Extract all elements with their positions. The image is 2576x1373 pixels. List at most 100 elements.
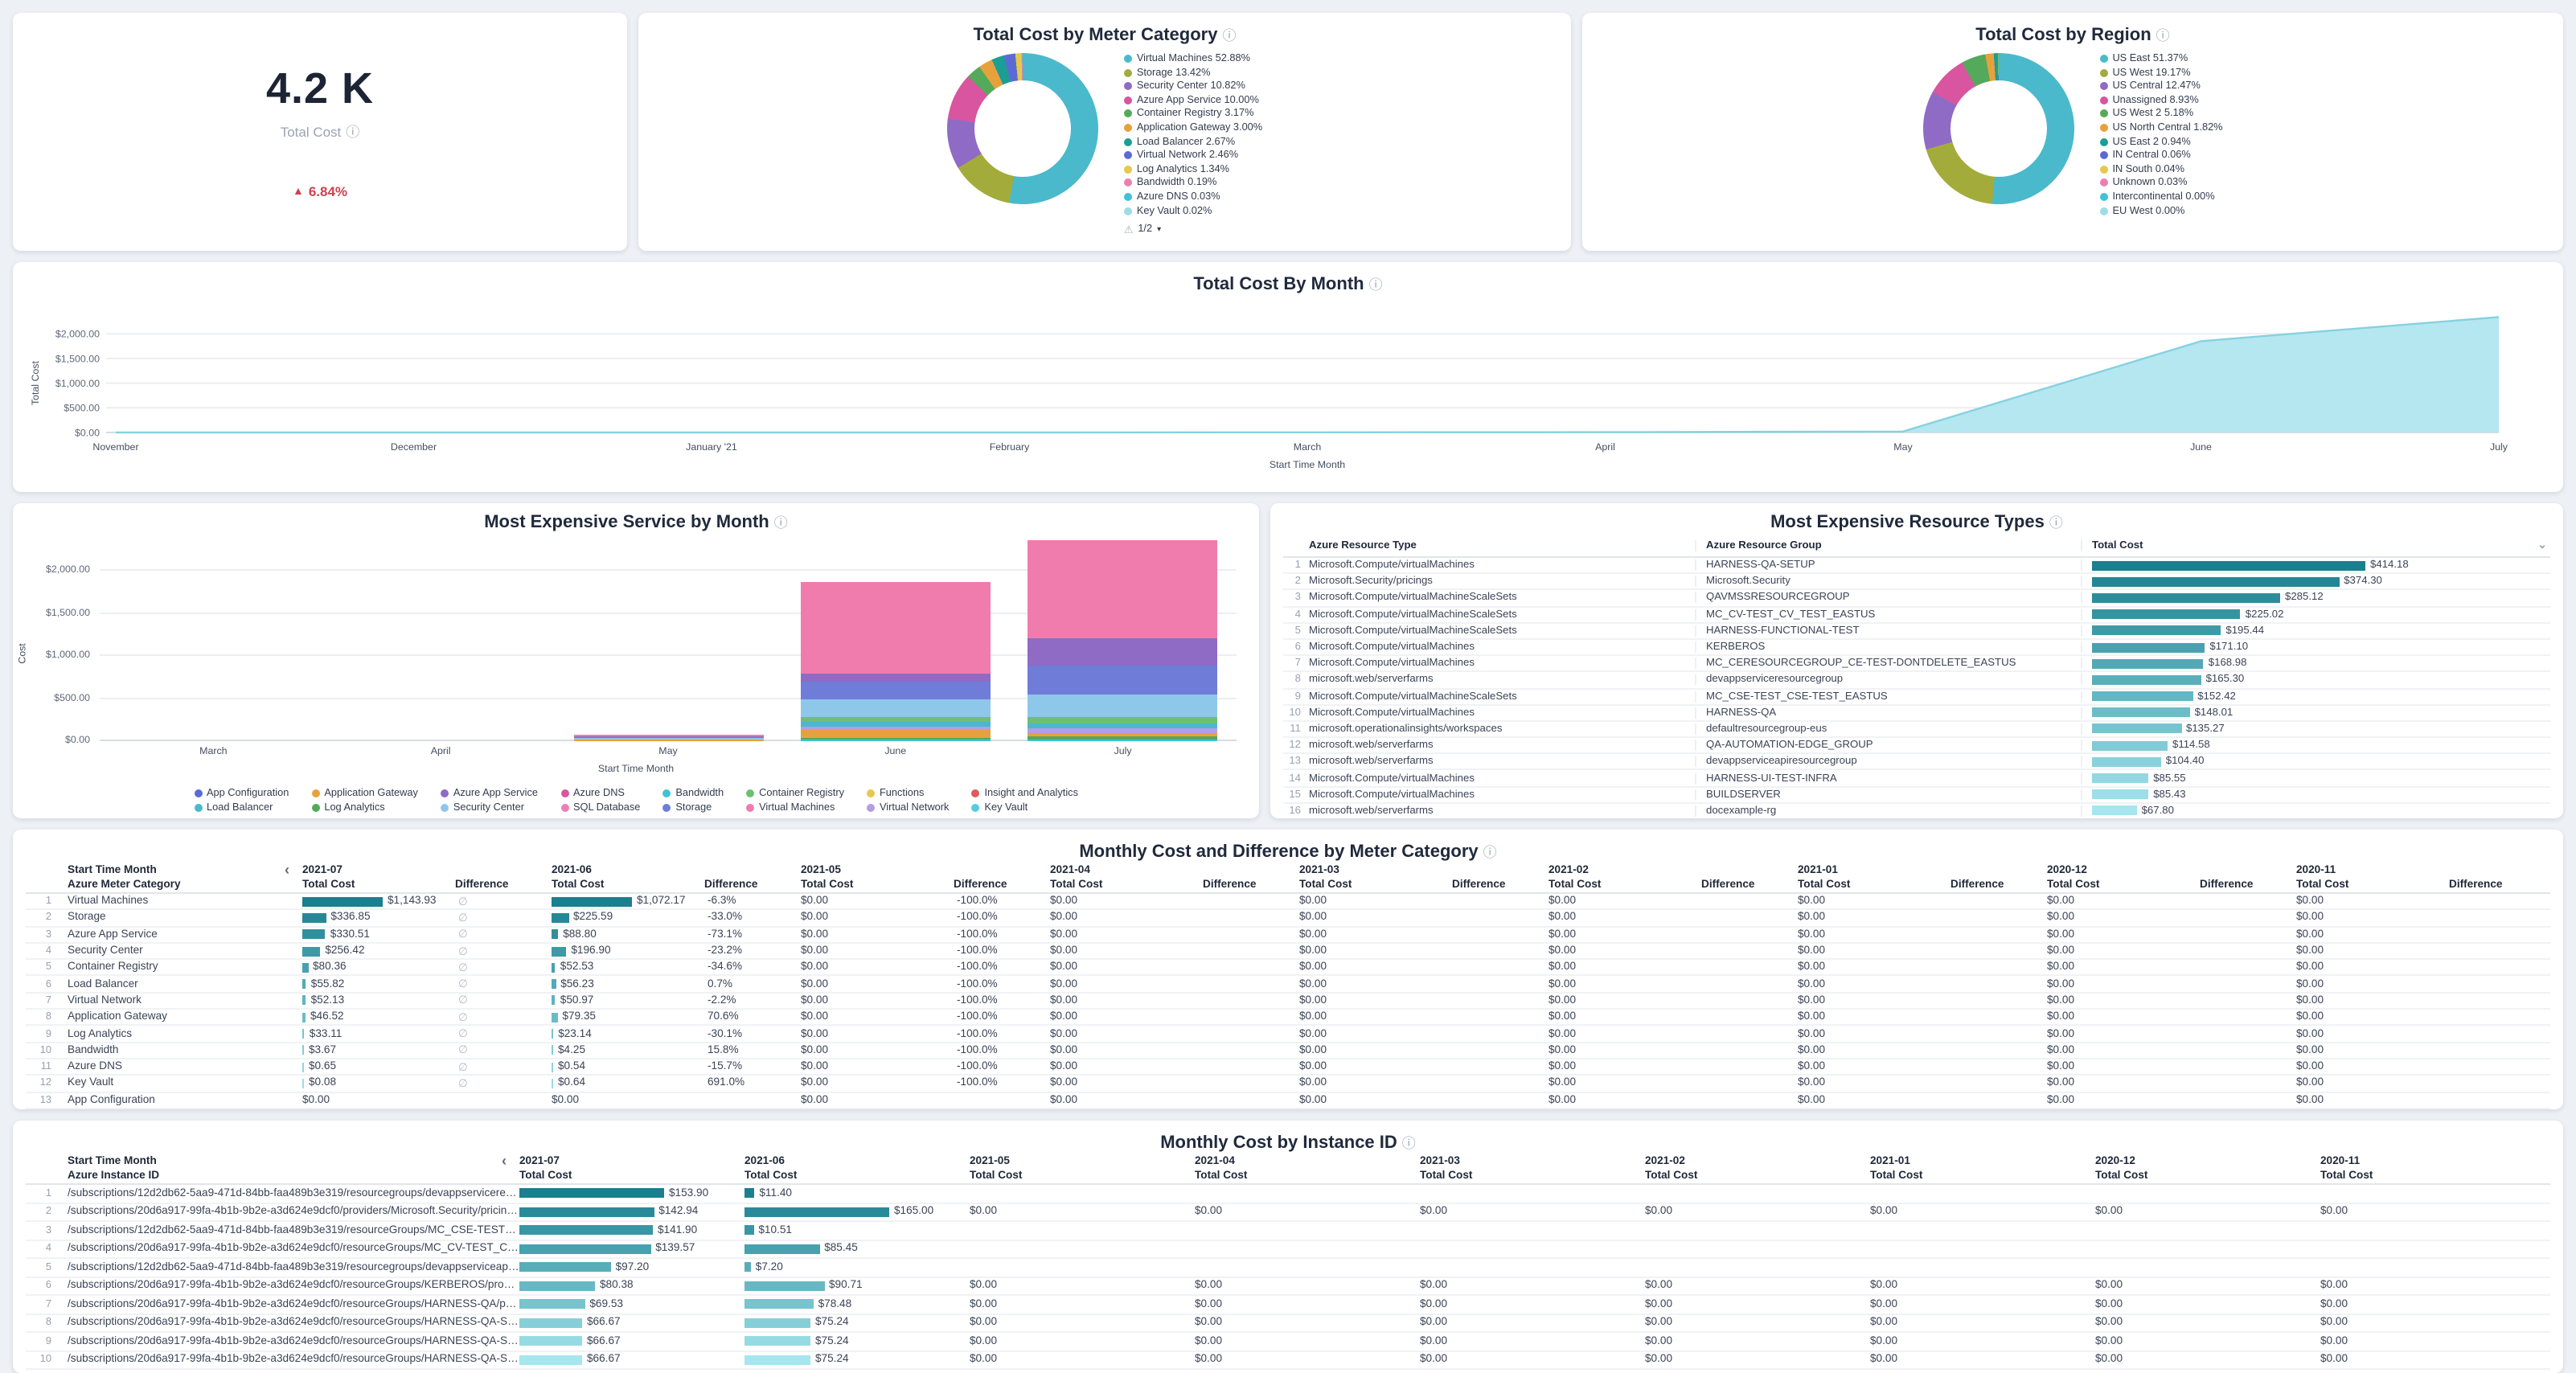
stacked-bar[interactable]	[1028, 540, 1218, 740]
total-cost-cell[interactable]: $0.00	[1299, 1011, 1452, 1023]
month-header[interactable]: 2020-12	[2047, 864, 2296, 875]
legend-item[interactable]: Log Analytics 1.34%	[1124, 164, 1262, 175]
difference-cell[interactable]: ∅	[455, 912, 552, 924]
total-cost-cell[interactable]: $0.00	[1548, 962, 1701, 973]
total-cost-cell[interactable]: $0.00	[2296, 1028, 2449, 1039]
difference-header[interactable]: Difference	[1701, 879, 1798, 891]
table-row[interactable]: 7/subscriptions/20d6a917-99fa-4b1b-9b2e-…	[26, 1296, 2550, 1314]
difference-cell[interactable]: 15.8%	[704, 1045, 801, 1056]
total-cost-cell[interactable]: $0.00	[2296, 928, 2449, 940]
total-cost-cell[interactable]: $0.00	[2047, 995, 2200, 1006]
total-cost-cell[interactable]: $0.00	[2320, 1336, 2545, 1347]
total-cost-cell[interactable]: $0.00	[2095, 1336, 2320, 1347]
total-cost-cell[interactable]: $4.25	[552, 1045, 704, 1056]
legend-item[interactable]: App Configuration	[194, 788, 289, 799]
total-cost-cell[interactable]: $0.00	[302, 1094, 455, 1105]
total-cost-cell[interactable]: $11.40	[744, 1188, 970, 1199]
total-cost-cell[interactable]: $0.00	[2296, 1045, 2449, 1056]
table-row[interactable]: 8/subscriptions/20d6a917-99fa-4b1b-9b2e-…	[26, 1314, 2550, 1333]
total-cost-cell[interactable]: $0.00	[1195, 1207, 1420, 1218]
legend-item[interactable]: Key Vault	[971, 802, 1078, 814]
month-header[interactable]: 2021-07	[302, 864, 552, 875]
total-cost-cell[interactable]: $0.00	[970, 1299, 1195, 1310]
resource-group-cell[interactable]: KERBEROS	[1695, 641, 2081, 653]
sort-caret-icon[interactable]: ⌄	[2537, 539, 2550, 551]
table-row[interactable]: 15Microsoft.Compute/virtualMachinesBUILD…	[1283, 787, 2550, 803]
total-cost-cell[interactable]: $196.90	[552, 945, 704, 957]
info-icon[interactable]: ⓘ	[1402, 1133, 1416, 1152]
total-cost-cell[interactable]: $0.00	[1299, 1028, 1452, 1039]
difference-cell[interactable]: -23.2%	[704, 945, 801, 957]
total-cost-cell[interactable]: $195.44	[2081, 625, 2550, 637]
total-cost-cell[interactable]: $0.00	[1195, 1299, 1420, 1310]
resource-type-cell[interactable]: microsoft.operationalinsights/workspaces	[1309, 723, 1695, 735]
total-cost-cell[interactable]: $66.67	[519, 1336, 744, 1347]
total-cost-cell[interactable]: $0.00	[1420, 1281, 1645, 1292]
total-cost-cell[interactable]: $141.90	[519, 1225, 744, 1236]
legend-item[interactable]: Key Vault 0.02%	[1124, 205, 1262, 216]
table-row[interactable]: 5Microsoft.Compute/virtualMachineScaleSe…	[1283, 624, 2550, 640]
total-cost-cell[interactable]: $374.30	[2081, 576, 2550, 588]
difference-cell[interactable]: -73.1%	[704, 928, 801, 940]
resource-type-cell[interactable]: microsoft.web/serverfarms	[1309, 805, 1695, 817]
bar-segment[interactable]	[1028, 695, 1218, 716]
total-cost-cell[interactable]: $0.00	[1299, 978, 1452, 990]
table-row[interactable]: 11microsoft.operationalinsights/workspac…	[1283, 722, 2550, 738]
total-cost-cell[interactable]: $0.00	[1050, 1078, 1203, 1089]
total-cost-cell[interactable]: $0.00	[1548, 1045, 1701, 1056]
difference-header[interactable]: Difference	[1452, 879, 1548, 891]
caret-down-icon[interactable]: ▾	[1157, 224, 1161, 234]
total-cost-cell[interactable]: $0.00	[2047, 896, 2200, 907]
difference-cell[interactable]: ∅	[455, 977, 552, 990]
total-cost-cell[interactable]: $80.38	[519, 1281, 744, 1292]
total-cost-cell[interactable]: $225.59	[552, 912, 704, 924]
difference-cell[interactable]: -2.2%	[704, 995, 801, 1006]
resource-group-cell[interactable]: MC_CERESOURCEGROUP_CE-TEST-DONTDELETE_EA…	[1695, 658, 2081, 669]
month-header[interactable]: 2021-07	[519, 1155, 744, 1166]
total-cost-cell[interactable]: $1,072.17	[552, 896, 704, 907]
total-cost-cell[interactable]: $0.00	[1798, 1094, 1950, 1105]
difference-cell[interactable]: ∅	[455, 1027, 552, 1040]
total-cost-cell[interactable]: $0.00	[1050, 945, 1203, 957]
difference-cell[interactable]: -100.0%	[954, 1045, 1050, 1056]
total-cost-cell[interactable]: $52.13	[302, 995, 455, 1006]
table-row[interactable]: 5Container Registry$80.36∅$52.53-34.6%$0…	[26, 960, 2550, 977]
resource-type-cell[interactable]: Microsoft.Compute/virtualMachines	[1309, 641, 1695, 653]
legend-item[interactable]: Security Center	[441, 802, 538, 814]
table-row[interactable]: 11Azure DNS$0.65∅$0.54-15.7%$0.00-100.0%…	[26, 1059, 2550, 1076]
total-cost-cell[interactable]: $46.52	[302, 1011, 455, 1023]
month-header[interactable]: 2021-06	[744, 1155, 970, 1166]
total-cost-cell[interactable]: $55.82	[302, 978, 455, 990]
total-cost-header[interactable]: Total Cost	[2095, 1170, 2320, 1182]
total-cost-header[interactable]: Total Cost	[2320, 1170, 2545, 1182]
resource-type-cell[interactable]: microsoft.web/serverfarms	[1309, 756, 1695, 768]
resource-type-cell[interactable]: Microsoft.Compute/virtualMachineScaleSet…	[1309, 691, 1695, 702]
total-cost-cell[interactable]: $0.00	[2047, 1028, 2200, 1039]
info-icon[interactable]: ⓘ	[1222, 25, 1236, 44]
total-cost-cell[interactable]: $67.80	[2081, 805, 2550, 817]
total-cost-cell[interactable]: $0.00	[1798, 928, 1950, 940]
total-cost-cell[interactable]: $0.00	[801, 1045, 954, 1056]
total-cost-cell[interactable]: $0.00	[970, 1207, 1195, 1218]
total-cost-cell[interactable]: $1,143.93	[302, 896, 455, 907]
total-cost-cell[interactable]: $336.85	[302, 912, 455, 924]
month-header[interactable]: 2021-05	[970, 1155, 1195, 1166]
total-cost-cell[interactable]: $0.00	[1798, 945, 1950, 957]
table-row[interactable]: 3/subscriptions/12d2db62-5aa9-471d-84bb-…	[26, 1222, 2550, 1240]
total-cost-cell[interactable]: $0.00	[1420, 1207, 1645, 1218]
total-cost-cell[interactable]: $0.00	[2047, 1045, 2200, 1056]
total-cost-cell[interactable]: $0.00	[1870, 1355, 2095, 1366]
total-cost-cell[interactable]: $0.00	[1195, 1355, 1420, 1366]
total-cost-cell[interactable]: $0.00	[1548, 896, 1701, 907]
chevron-left-icon[interactable]: ‹	[502, 1156, 507, 1166]
total-cost-header[interactable]: Total Cost	[1299, 879, 1452, 891]
total-cost-cell[interactable]: $0.00	[801, 896, 954, 907]
table-row[interactable]: 2/subscriptions/20d6a917-99fa-4b1b-9b2e-…	[26, 1203, 2550, 1222]
total-cost-cell[interactable]: $0.00	[801, 978, 954, 990]
total-cost-cell[interactable]: $80.36	[302, 962, 455, 973]
stacked-bar[interactable]	[573, 734, 763, 740]
legend-pagination[interactable]: ⚠ 1/2 ▾	[1124, 223, 1262, 236]
resource-type-cell[interactable]: Microsoft.Security/pricings	[1309, 576, 1695, 588]
total-cost-cell[interactable]: $97.20	[519, 1262, 744, 1273]
total-cost-cell[interactable]: $50.97	[552, 995, 704, 1006]
